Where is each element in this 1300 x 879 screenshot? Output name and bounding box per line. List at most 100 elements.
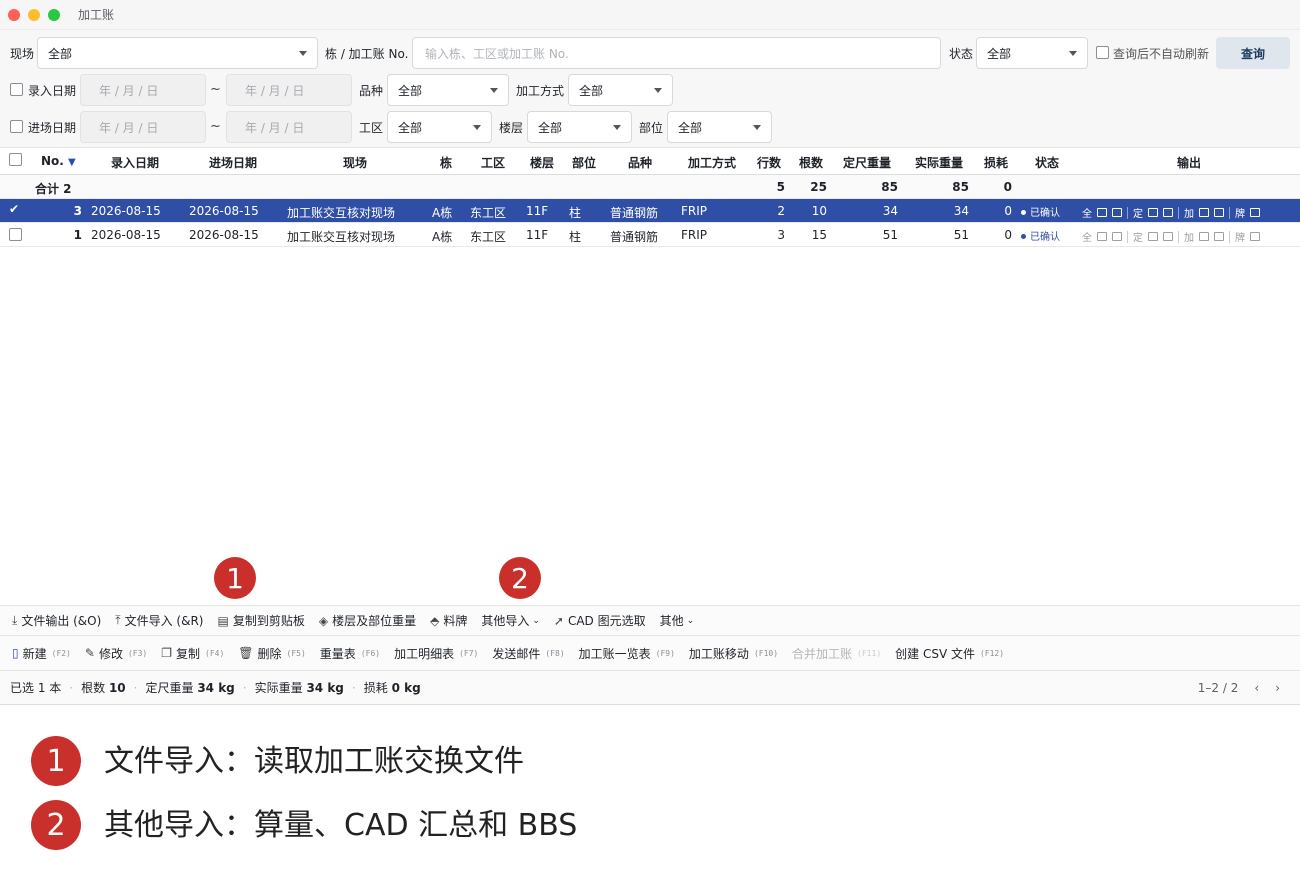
arrival-date-from-input[interactable]: 年 / 月 / 日 xyxy=(80,111,206,143)
col-part[interactable]: 部位 xyxy=(572,154,596,171)
ledger-list-button[interactable]: 加工账一览表 (F9) xyxy=(579,645,675,662)
row-entry-date: 2026-08-15 xyxy=(91,204,161,218)
detail-table-button[interactable]: 加工明细表 (F7) xyxy=(394,645,478,662)
zone-select-value: 全部 xyxy=(398,120,423,135)
ledger-move-button[interactable]: 加工账移动 (F10) xyxy=(689,645,778,662)
table-row[interactable]: ✔ 3 2026-08-15 2026-08-15 加工账交互核对现场 A栋 东… xyxy=(0,199,1300,223)
merge-ledger-button[interactable]: 合并加工账 (F11) xyxy=(792,645,881,662)
method-select[interactable]: 全部 xyxy=(568,74,673,106)
mail-icon[interactable] xyxy=(1163,232,1173,241)
cad-select-button[interactable]: ➚ CAD 图元选取 xyxy=(554,612,646,629)
select-all-checkbox[interactable] xyxy=(9,153,22,166)
ledger-move-label: 加工账移动 xyxy=(688,646,749,661)
row-checkbox[interactable] xyxy=(9,228,22,241)
building-search-input[interactable]: 输入栋、工区或加工账 No. xyxy=(412,37,941,69)
col-count[interactable]: 根数 xyxy=(799,154,823,171)
new-button[interactable]: ▯ 新建 (F2) xyxy=(12,645,71,662)
status-select-value: 全部 xyxy=(987,46,1012,61)
entry-date-to-input[interactable]: 年 / 月 / 日 xyxy=(226,74,352,106)
send-mail-button[interactable]: 发送邮件 (F8) xyxy=(492,645,564,662)
output-proc-button[interactable]: 加 xyxy=(1184,205,1194,220)
query-button[interactable]: 查询 xyxy=(1216,37,1290,69)
entry-date-from-input[interactable]: 年 / 月 / 日 xyxy=(80,74,206,106)
variety-select[interactable]: 全部 xyxy=(387,74,509,106)
delete-button[interactable]: 🗑 删除 (F5) xyxy=(238,645,306,662)
close-window-button[interactable] xyxy=(8,8,20,21)
copy-clipboard-button[interactable]: ▤ 复制到剪贴板 xyxy=(217,612,304,629)
status-select[interactable]: 全部 xyxy=(976,37,1088,69)
floor-select[interactable]: 全部 xyxy=(527,111,632,143)
no-auto-refresh-checkbox[interactable] xyxy=(1096,46,1109,59)
col-zone[interactable]: 工区 xyxy=(481,154,505,171)
col-rows[interactable]: 行数 xyxy=(757,154,781,171)
row-floor: 11F xyxy=(526,204,549,218)
file-import-button[interactable]: ⤒ 文件导入 (&R) xyxy=(115,612,203,629)
output-fixed-button[interactable]: 定 xyxy=(1133,229,1143,244)
tag-button[interactable]: ⬘ 料牌 xyxy=(430,612,467,629)
col-arrival-date[interactable]: 进场日期 xyxy=(209,154,257,171)
other-menu-button[interactable]: 其他 ⌄ xyxy=(660,612,695,629)
site-label: 现场 xyxy=(10,47,35,61)
std-weight-summary: 定尺重量 34 kg xyxy=(145,679,234,696)
floor-select-value: 全部 xyxy=(538,120,563,135)
minimize-window-button[interactable] xyxy=(28,8,40,21)
mail-icon[interactable] xyxy=(1163,208,1173,217)
edit-button[interactable]: ✎ 修改 (F3) xyxy=(85,645,147,662)
col-method[interactable]: 加工方式 xyxy=(688,154,736,171)
output-tag-button[interactable]: 牌 xyxy=(1235,205,1245,220)
delete-label: 删除 xyxy=(257,646,282,661)
layers-icon: ◈ xyxy=(318,613,329,628)
col-actual-weight[interactable]: 实际重量 xyxy=(915,154,963,171)
mail-icon[interactable] xyxy=(1112,232,1122,241)
maximize-window-button[interactable] xyxy=(48,8,60,21)
col-variety[interactable]: 品种 xyxy=(628,154,652,171)
col-output: 输出 xyxy=(1177,156,1202,170)
printer-icon[interactable] xyxy=(1097,208,1107,217)
actual-weight-summary-label: 实际重量 xyxy=(254,681,303,695)
entry-date-checkbox[interactable] xyxy=(10,83,23,96)
pdf-icon[interactable] xyxy=(1250,208,1260,217)
col-site[interactable]: 现场 xyxy=(343,154,367,171)
col-entry-date[interactable]: 录入日期 xyxy=(111,154,159,171)
printer-icon[interactable] xyxy=(1199,208,1209,217)
floor-weight-button[interactable]: ◈ 楼层及部位重量 xyxy=(319,612,416,629)
pdf-icon[interactable] xyxy=(1250,232,1260,241)
printer-icon[interactable] xyxy=(1148,232,1158,241)
part-label: 部位 xyxy=(639,121,664,135)
mail-icon[interactable] xyxy=(1112,208,1122,217)
create-csv-button[interactable]: 创建 CSV 文件 (F12) xyxy=(895,645,1004,662)
output-proc-button[interactable]: 加 xyxy=(1184,229,1194,244)
zone-select[interactable]: 全部 xyxy=(387,111,492,143)
col-floor[interactable]: 楼层 xyxy=(530,154,554,171)
mail-icon[interactable] xyxy=(1214,232,1224,241)
col-building[interactable]: 栋 xyxy=(440,154,452,171)
divider xyxy=(1229,230,1230,243)
printer-icon[interactable] xyxy=(1097,232,1107,241)
col-std-weight[interactable]: 定尺重量 xyxy=(843,154,891,171)
loss-summary: 损耗 0 kg xyxy=(364,679,421,696)
col-status[interactable]: 状态 xyxy=(1035,154,1059,171)
col-loss[interactable]: 损耗 xyxy=(984,154,1008,171)
weight-table-button[interactable]: 重量表 (F6) xyxy=(320,645,380,662)
chevron-left-icon[interactable]: ‹ xyxy=(1254,681,1259,695)
printer-icon[interactable] xyxy=(1199,232,1209,241)
arrival-date-checkbox[interactable] xyxy=(10,120,23,133)
mail-icon[interactable] xyxy=(1214,208,1224,217)
output-tag-button[interactable]: 牌 xyxy=(1235,229,1245,244)
row-std-weight: 34 xyxy=(882,204,898,218)
part-select[interactable]: 全部 xyxy=(667,111,772,143)
weight-table-shortcut: (F6) xyxy=(360,648,381,658)
printer-icon[interactable] xyxy=(1148,208,1158,217)
other-import-button[interactable]: 其他导入 ⌄ xyxy=(481,612,540,629)
table-row[interactable]: 1 2026-08-15 2026-08-15 加工账交互核对现场 A栋 东工区… xyxy=(0,223,1300,247)
arrival-date-to-input[interactable]: 年 / 月 / 日 xyxy=(226,111,352,143)
output-fixed-button[interactable]: 定 xyxy=(1133,205,1143,220)
row-std-weight: 51 xyxy=(882,228,898,242)
file-export-button[interactable]: ⤓ 文件输出 (&O) xyxy=(12,612,101,629)
copy-button[interactable]: ❐ 复制 (F4) xyxy=(161,645,224,662)
chevron-right-icon[interactable]: › xyxy=(1275,681,1280,695)
col-no[interactable]: No. ▼ xyxy=(41,154,76,168)
site-select[interactable]: 全部 xyxy=(37,37,318,69)
output-all-button[interactable]: 全 xyxy=(1082,205,1092,220)
output-all-button[interactable]: 全 xyxy=(1082,229,1092,244)
